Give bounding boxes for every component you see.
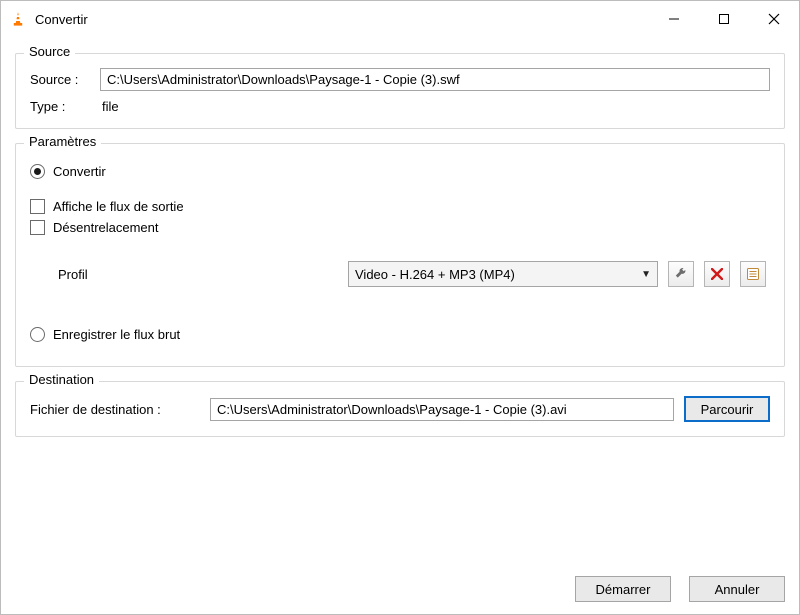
profile-select-value: Video - H.264 + MP3 (MP4) [355,267,515,282]
profile-edit-button[interactable] [668,261,694,287]
raw-dump-radio[interactable]: Enregistrer le flux brut [30,327,770,342]
profile-new-button[interactable] [740,261,766,287]
radio-dot-icon [30,164,45,179]
checkbox-box-icon [30,199,45,214]
source-group: Source Source : Type : file [15,53,785,129]
window-title: Convertir [35,12,88,27]
delete-x-icon [711,268,723,280]
source-type-label: Type : [30,99,100,114]
source-path-label: Source : [30,72,100,87]
maximize-button[interactable] [699,1,749,37]
destination-group: Destination Fichier de destination : Par… [15,381,785,437]
show-output-checkbox-label: Affiche le flux de sortie [53,199,184,214]
deinterlace-checkbox-label: Désentrelacement [53,220,159,235]
wrench-icon [674,267,688,281]
convert-radio-label: Convertir [53,164,106,179]
parameters-group: Paramètres Convertir Affiche le flux de … [15,143,785,367]
browse-button[interactable]: Parcourir [684,396,770,422]
destination-label: Fichier de destination : [30,402,200,417]
close-button[interactable] [749,1,799,37]
new-profile-icon [746,267,760,281]
cancel-button[interactable]: Annuler [689,576,785,602]
deinterlace-checkbox[interactable]: Désentrelacement [30,220,770,235]
show-output-checkbox[interactable]: Affiche le flux de sortie [30,199,770,214]
checkbox-box-icon [30,220,45,235]
profile-row: Profil Video - H.264 + MP3 (MP4) ▼ [58,261,770,287]
chevron-down-icon: ▼ [641,269,651,280]
profile-delete-button[interactable] [704,261,730,287]
cancel-button-label: Annuler [715,582,760,597]
source-path-field[interactable] [100,68,770,91]
radio-dot-icon [30,327,45,342]
convert-radio[interactable]: Convertir [30,164,770,179]
parameters-legend: Paramètres [24,134,101,149]
destination-legend: Destination [24,372,99,387]
dialog-footer: Démarrer Annuler [575,576,785,602]
source-legend: Source [24,44,75,59]
browse-button-label: Parcourir [701,402,754,417]
start-button-label: Démarrer [596,582,651,597]
profile-select[interactable]: Video - H.264 + MP3 (MP4) ▼ [348,261,658,287]
profile-label: Profil [58,267,338,282]
raw-dump-radio-label: Enregistrer le flux brut [53,327,180,342]
vlc-cone-icon [9,10,27,28]
minimize-button[interactable] [649,1,699,37]
source-type-value: file [100,99,119,114]
window-controls [649,1,799,37]
destination-path-field[interactable] [210,398,674,421]
start-button[interactable]: Démarrer [575,576,671,602]
titlebar: Convertir [1,1,799,37]
